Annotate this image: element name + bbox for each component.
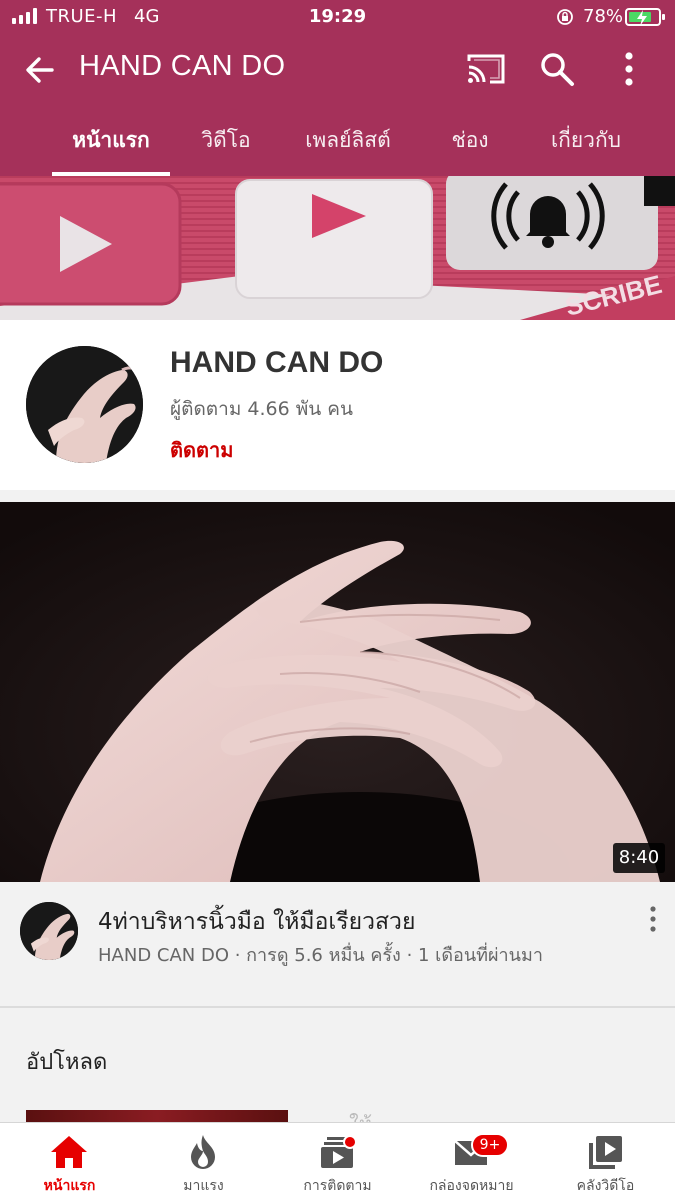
trending-icon xyxy=(191,1135,215,1169)
subscriptions-notification-dot xyxy=(343,1135,357,1149)
nav-subscriptions-label: การติดตาม xyxy=(303,1178,372,1194)
nav-library[interactable]: คลังวิดีโอ xyxy=(538,1123,673,1200)
nav-home[interactable]: หน้าแรก xyxy=(2,1123,137,1200)
featured-video-details[interactable]: 4ท่าบริหารนิ้วมือ ให้มือเรียวสวย HAND CA… xyxy=(0,882,675,1006)
cast-icon[interactable] xyxy=(466,52,506,86)
subscriber-count: ผู้ติดตาม 4.66 พัน คน xyxy=(170,398,353,420)
status-bar: TRUE-H 4G 19:29 78% xyxy=(0,0,675,34)
nav-inbox-label: กล่องจดหมาย xyxy=(429,1178,514,1194)
subscribe-button[interactable]: ติดตาม xyxy=(170,434,233,466)
nav-home-label: หน้าแรก xyxy=(43,1178,96,1194)
tab-home[interactable]: หน้าแรก xyxy=(52,104,170,176)
home-icon xyxy=(51,1136,87,1168)
tab-about[interactable]: เกี่ยวกับ xyxy=(536,104,636,176)
video-metadata: HAND CAN DO · การดู 5.6 หมื่น ครั้ง · 1 … xyxy=(98,945,543,966)
nav-trending-label: มาแรง xyxy=(183,1178,224,1194)
video-duration-badge: 8:40 xyxy=(613,843,665,873)
page-title: HAND CAN DO xyxy=(79,50,286,82)
back-arrow-icon[interactable] xyxy=(20,50,60,90)
nav-subscriptions[interactable]: การติดตาม xyxy=(270,1123,405,1200)
channel-info: HAND CAN DO ผู้ติดตาม 4.66 พัน คน ติดตาม xyxy=(0,320,675,490)
banner-artwork: SCRIBE xyxy=(0,176,675,320)
bottom-navigation: หน้าแรก มาแรง การติดตาม กล่องจดหมาย คลัง… xyxy=(0,1122,675,1200)
tab-playlists[interactable]: เพลย์ลิสต์ xyxy=(292,104,404,176)
tab-channels[interactable]: ช่อง xyxy=(438,104,502,176)
channel-banner: SCRIBE xyxy=(0,176,675,320)
rotation-lock-icon xyxy=(557,9,573,25)
nav-trending[interactable]: มาแรง xyxy=(136,1123,271,1200)
video-more-icon[interactable] xyxy=(643,904,663,934)
tab-videos[interactable]: วิดีโอ xyxy=(190,104,262,176)
video-title[interactable]: 4ท่าบริหารนิ้วมือ ให้มือเรียวสวย xyxy=(98,904,415,940)
video-channel-avatar[interactable] xyxy=(20,902,78,960)
channel-avatar[interactable] xyxy=(26,346,143,463)
battery-percentage: 78% xyxy=(583,6,624,27)
uploads-section-title: อัปโหลด xyxy=(26,1050,108,1075)
nav-inbox[interactable]: กล่องจดหมาย xyxy=(404,1123,539,1200)
channel-name: HAND CAN DO xyxy=(170,346,384,379)
app-bar: HAND CAN DO xyxy=(0,34,675,104)
library-icon xyxy=(589,1136,622,1169)
channel-header: TRUE-H 4G 19:29 78% HAND CAN DO หน้าแรก … xyxy=(0,0,675,176)
channel-tabs: หน้าแรก วิดีโอ เพลย์ลิสต์ ช่อง เกี่ยวกับ xyxy=(0,104,675,176)
featured-video-thumbnail[interactable] xyxy=(0,502,675,882)
nav-library-label: คลังวิดีโอ xyxy=(576,1178,635,1194)
inbox-badge: 9+ xyxy=(471,1133,509,1157)
search-icon[interactable] xyxy=(538,50,576,88)
more-vert-icon[interactable] xyxy=(614,50,644,88)
section-divider xyxy=(0,1006,675,1008)
battery-icon xyxy=(625,8,665,26)
